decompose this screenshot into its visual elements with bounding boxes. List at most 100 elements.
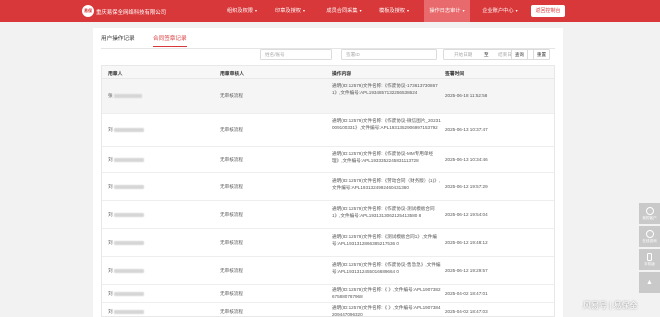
logo-text: 易保 bbox=[84, 8, 92, 13]
chat-icon bbox=[645, 229, 654, 238]
operator-name: 刘 bbox=[108, 268, 113, 273]
table-row: 刘 无审核流程 通明(ID:12579)文件名称:《 》,文件编号:APL190… bbox=[102, 285, 554, 303]
content-cell: 通明(ID:12579)文件名称:《作废协议-1736137308671》,文件… bbox=[332, 83, 438, 95]
tool-label: 手机版 bbox=[644, 261, 655, 266]
operator-cell: 刘 bbox=[108, 127, 144, 134]
operator-cell: 刘 bbox=[108, 309, 144, 316]
nav-account-center[interactable]: 企业账户中心 ▾ bbox=[478, 0, 522, 22]
nav-contract-collect[interactable]: 成员合同采集 ▾ bbox=[322, 0, 366, 22]
operator-name: 刘 bbox=[108, 240, 113, 245]
column-header-content: 操作内容 bbox=[332, 72, 352, 77]
masked-name bbox=[113, 269, 144, 274]
chevron-down-icon: ▾ bbox=[359, 8, 362, 13]
top-nav-bar: 易保 重庆易保全网络科技有限公司 组织及权限 ▾ 印章及授权 ▾ 成员合同采集 ▾ 模… bbox=[0, 0, 660, 22]
table-row: 刘 无审核流程 通明(ID:12579)文件名称:《测试模板合同1》,文件编号:… bbox=[102, 229, 554, 257]
column-header-operator: 用章人 bbox=[108, 72, 123, 77]
nav-org-permissions[interactable]: 组织及权限 ▾ bbox=[222, 0, 262, 22]
sign-id-filter-input[interactable]: 签署ID bbox=[341, 49, 437, 60]
chevron-down-icon: ▾ bbox=[462, 8, 465, 13]
time-cell: 2025-04-02 18:47:03 bbox=[445, 309, 488, 314]
table-row: 刘 无审核流程 通明(ID:12579)文件名称:《作废协议-MM专用单经理》,… bbox=[102, 147, 554, 173]
time-cell: 2025-06-12 19:29:57 bbox=[445, 268, 488, 273]
back-to-top-button[interactable]: ▲ bbox=[639, 272, 660, 293]
time-cell: 2025-06-12 19:48:12 bbox=[445, 240, 488, 245]
table-row: 刘 无审核流程 通明(ID:12579)文件名称:《作废协议-微信图片_2023… bbox=[102, 114, 554, 147]
time-cell: 2025-04-02 18:47:01 bbox=[445, 291, 488, 296]
mobile-version-button[interactable]: 手机版 bbox=[639, 249, 660, 270]
nav-template-auth[interactable]: 模板及授权 ▾ bbox=[375, 0, 413, 22]
content-cell: 通明(ID:12579)文件名称:《作废协议-售急急》,文件编号:APL1931… bbox=[332, 262, 441, 274]
content-cell: 通明(ID:12579)文件名称:《作废协议-测试模板合同1》,文件编号:APL… bbox=[332, 206, 435, 218]
masked-name bbox=[113, 128, 144, 133]
approver-cell: 无审核流程 bbox=[220, 291, 243, 296]
time-cell: 2025-06-12 19:57:29 bbox=[445, 184, 488, 189]
column-header-approver: 用章审核人 bbox=[220, 72, 244, 77]
chevron-down-icon: ▾ bbox=[406, 8, 409, 13]
table-row: 刘 无审核流程 通明(ID:12579)文件名称:《作废协议-售急急》,文件编号… bbox=[102, 257, 554, 285]
nav-label: 成员合同采集 bbox=[326, 8, 358, 14]
approver-cell: 无审核流程 bbox=[220, 212, 243, 217]
operator-name: 刘 bbox=[108, 127, 113, 132]
operator-name: 张 bbox=[108, 93, 113, 98]
approver-cell: 无审核流程 bbox=[220, 127, 243, 132]
date-start-input[interactable]: 开始日期 bbox=[454, 50, 472, 60]
nav-label: 操作日志审计 bbox=[429, 8, 461, 14]
phone-icon bbox=[647, 252, 652, 261]
column-header-time: 签署时间 bbox=[445, 72, 465, 77]
active-tab-indicator bbox=[153, 46, 187, 48]
tab-contract-seal-log[interactable]: 合同签章记录 bbox=[153, 34, 187, 42]
table-row: 刘 无审核流程 通明(ID:12579)文件名称:《 》,文件编号:APL190… bbox=[102, 303, 554, 316]
arrow-up-icon: ▲ bbox=[646, 279, 653, 286]
nav-label: 印章及授权 bbox=[275, 8, 301, 14]
operator-name: 刘 bbox=[108, 184, 113, 189]
user-filter-input[interactable]: 姓名/账号 bbox=[260, 49, 332, 60]
operator-name: 刘 bbox=[108, 157, 113, 162]
tool-label: 我的客户 bbox=[642, 215, 657, 220]
tab-user-operation-log[interactable]: 用户操作记录 bbox=[101, 34, 135, 42]
operator-cell: 张 bbox=[108, 93, 142, 100]
company-logo: 易保 bbox=[82, 5, 94, 17]
content-cell: 通明(ID:12579)文件名称:《劳动合同（财务版）(1)》,文件编号:APL… bbox=[332, 178, 440, 190]
operator-name: 刘 bbox=[108, 309, 113, 314]
nav-seal-auth[interactable]: 印章及授权 ▾ bbox=[271, 0, 309, 22]
operator-name: 刘 bbox=[108, 291, 113, 296]
approver-cell: 无审核流程 bbox=[220, 240, 243, 245]
content-cell: 通明(ID:12579)文件名称:《 》,文件编号:APL19073826758… bbox=[332, 287, 441, 299]
chevron-down-icon: ▾ bbox=[515, 8, 518, 13]
nav-label: 模板及授权 bbox=[379, 8, 405, 14]
approver-cell: 无审核流程 bbox=[220, 309, 243, 314]
floating-toolbar: 我的客户 在线咨询 手机版 ▲ bbox=[639, 203, 660, 295]
operator-name: 刘 bbox=[108, 212, 113, 217]
back-to-console-button[interactable]: 返回控制台 bbox=[531, 5, 565, 17]
approver-cell: 无审核流程 bbox=[220, 93, 243, 98]
approver-cell: 无审核流程 bbox=[220, 157, 243, 162]
nav-label: 组织及权限 bbox=[227, 8, 253, 14]
masked-name bbox=[113, 185, 144, 190]
table-row: 刘 无审核流程 通明(ID:12579)文件名称:《作废协议-测试模板合同1》,… bbox=[102, 201, 554, 229]
masked-name bbox=[113, 158, 144, 163]
date-separator: 至 bbox=[484, 52, 489, 57]
time-cell: 2025-06-12 19:54:04 bbox=[445, 212, 488, 217]
operator-cell: 刘 bbox=[108, 157, 144, 164]
operator-cell: 刘 bbox=[108, 268, 144, 275]
masked-name bbox=[113, 292, 144, 297]
tool-label: 在线咨询 bbox=[642, 238, 657, 243]
content-cell: 通明(ID:12579)文件名称:《测试模板合同1》,文件编号:APL19313… bbox=[332, 234, 437, 246]
seal-record-table: 用章人 用章审核人 操作内容 签署时间 张 无审核流程 通明(ID:12579)… bbox=[101, 65, 555, 317]
time-cell: 2025-06-18 11:52:58 bbox=[445, 93, 488, 98]
watermark: 风易号 | 易保全 bbox=[583, 301, 638, 310]
online-consult-button[interactable]: 在线咨询 bbox=[639, 226, 660, 247]
my-customers-button[interactable]: 我的客户 bbox=[639, 203, 660, 224]
content-cell: 通明(ID:12579)文件名称:《作废协议-MM专用单经理》,文件编号:APL… bbox=[332, 151, 434, 163]
nav-audit-log[interactable]: 操作日志审计 ▾ bbox=[424, 0, 470, 22]
time-cell: 2025-06-13 10:34:46 bbox=[445, 157, 488, 162]
table-row: 刘 无审核流程 通明(ID:12579)文件名称:《劳动合同（财务版）(1)》,… bbox=[102, 173, 554, 201]
nav-label: 企业账户中心 bbox=[482, 8, 514, 14]
operator-cell: 刘 bbox=[108, 291, 144, 298]
search-button[interactable]: 查询 bbox=[511, 49, 528, 60]
company-name: 重庆易保全网络科技有限公司 bbox=[96, 10, 167, 16]
operator-cell: 刘 bbox=[108, 184, 144, 191]
operator-cell: 刘 bbox=[108, 240, 144, 247]
reset-button[interactable]: 重置 bbox=[533, 49, 550, 60]
approver-cell: 无审核流程 bbox=[220, 184, 243, 189]
